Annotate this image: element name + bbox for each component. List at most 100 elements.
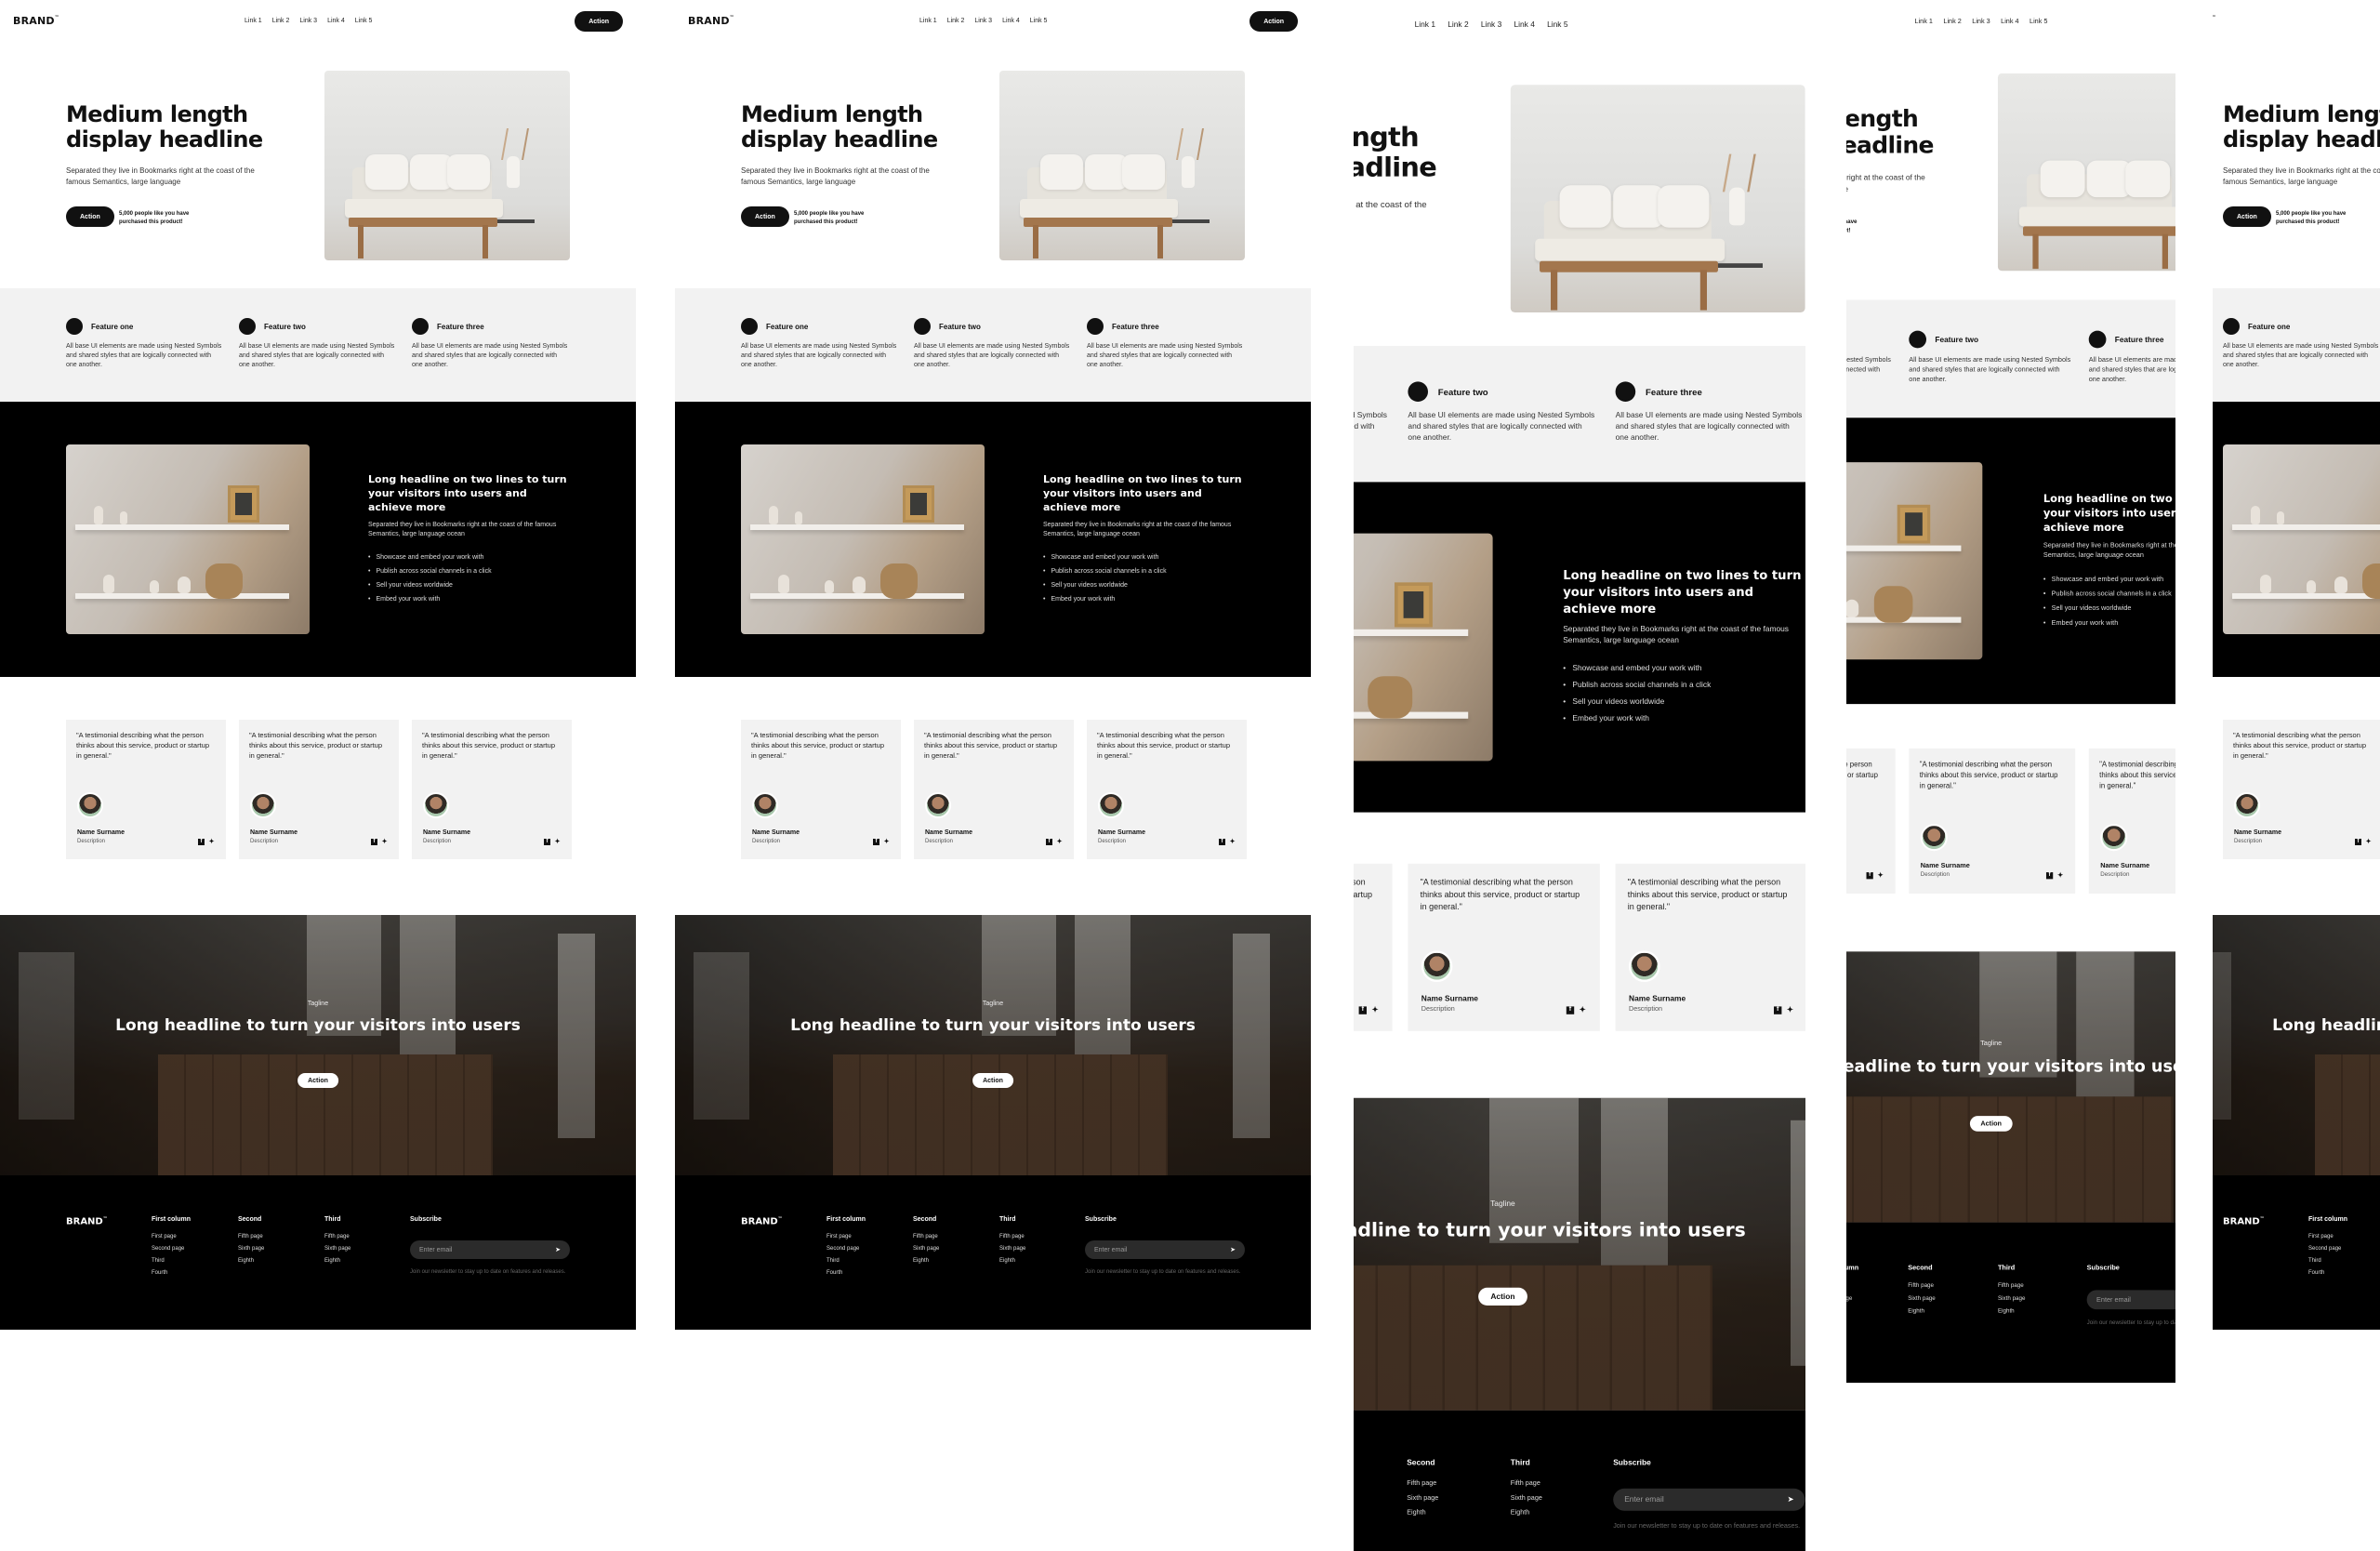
hero-action-button[interactable]: Action [741, 206, 789, 227]
nav-link-3[interactable]: Link 3 [1972, 18, 1990, 24]
footer-link[interactable]: Third [826, 1255, 866, 1267]
footer-link[interactable]: Eighth [1998, 1306, 2025, 1319]
nav-link-2[interactable]: Link 2 [947, 18, 965, 24]
twitter-icon[interactable]: ✦ [2365, 839, 2372, 845]
footer-link[interactable]: Sixth page [1998, 1292, 2025, 1306]
email-input[interactable]: Enter email➤ [410, 1240, 570, 1259]
footer-link[interactable]: Eighth [1407, 1506, 1438, 1521]
twitter-icon[interactable]: ✦ [1371, 1006, 1379, 1014]
nav-link-4[interactable]: Link 4 [1514, 20, 1534, 28]
twitter-icon[interactable]: ✦ [381, 839, 388, 845]
footer-link[interactable]: Second page [2308, 1243, 2347, 1255]
twitter-icon[interactable]: ✦ [1229, 839, 1236, 845]
twitter-icon[interactable]: ✦ [1877, 872, 1884, 879]
nav-link-3[interactable]: Link 3 [299, 18, 317, 24]
nav-link-1[interactable]: Link 1 [1915, 18, 1933, 24]
facebook-icon[interactable]: f [544, 839, 550, 845]
nav-link-3[interactable]: Link 3 [974, 18, 992, 24]
footer-link[interactable]: Fourth [152, 1267, 191, 1279]
footer-brand-logo[interactable]: BRAND™ [2223, 1216, 2265, 1226]
footer-link[interactable]: Sixth page [1908, 1292, 1935, 1306]
facebook-icon[interactable]: f [873, 839, 879, 845]
footer-link[interactable]: Eighth [238, 1255, 264, 1267]
nav-link-5[interactable]: Link 5 [1547, 20, 1567, 28]
twitter-icon[interactable]: ✦ [883, 839, 890, 845]
nav-link-2[interactable]: Link 2 [1448, 20, 1468, 28]
brand-logo[interactable]: BRAND™ [13, 15, 60, 27]
facebook-icon[interactable]: f [1219, 839, 1225, 845]
footer-link[interactable]: Sixth page [913, 1243, 939, 1255]
footer-link[interactable]: Third [152, 1255, 191, 1267]
nav-action-button[interactable]: Action [575, 11, 623, 32]
twitter-icon[interactable]: ✦ [208, 839, 215, 845]
footer-link[interactable]: Eighth [1908, 1306, 1935, 1319]
facebook-icon[interactable]: f [1774, 1006, 1782, 1014]
twitter-icon[interactable]: ✦ [554, 839, 561, 845]
footer-link[interactable]: First page [152, 1231, 191, 1243]
footer-link[interactable]: Fifth page [238, 1231, 264, 1243]
send-icon[interactable]: ➤ [1788, 1495, 1794, 1504]
nav-link-1[interactable]: Link 1 [919, 18, 937, 24]
brand-logo[interactable]: BRAND™ [2213, 15, 2216, 27]
footer-link[interactable]: Eighth [999, 1255, 1025, 1267]
footer-link[interactable]: Third [1846, 1306, 1858, 1319]
email-input[interactable]: Enter email➤ [1085, 1240, 1245, 1259]
footer-link[interactable]: Sixth page [324, 1243, 350, 1255]
nav-link-4[interactable]: Link 4 [1002, 18, 1020, 24]
cta-action-button[interactable]: Action [1969, 1116, 2013, 1132]
footer-link[interactable]: Sixth page [1511, 1491, 1542, 1506]
footer-link[interactable]: Second page [152, 1243, 191, 1255]
footer-link[interactable]: Fourth [1846, 1319, 1858, 1332]
nav-link-5[interactable]: Link 5 [2030, 18, 2047, 24]
facebook-icon[interactable]: f [1046, 839, 1052, 845]
footer-link[interactable]: Fifth page [913, 1231, 939, 1243]
footer-link[interactable]: Eighth [913, 1255, 939, 1267]
twitter-icon[interactable]: ✦ [1056, 839, 1063, 845]
email-input[interactable]: Enter email➤ [2086, 1290, 2175, 1310]
footer-link[interactable]: Third [2308, 1255, 2347, 1267]
facebook-icon[interactable]: f [2355, 839, 2361, 845]
send-icon[interactable]: ➤ [1230, 1246, 1236, 1253]
footer-link[interactable]: First page [826, 1231, 866, 1243]
twitter-icon[interactable]: ✦ [2056, 872, 2063, 879]
footer-link[interactable]: Fifth page [324, 1231, 350, 1243]
email-input[interactable]: Enter email➤ [1613, 1488, 1805, 1511]
footer-link[interactable]: Fifth page [1908, 1280, 1935, 1293]
footer-link[interactable]: Eighth [1511, 1506, 1542, 1521]
facebook-icon[interactable]: f [371, 839, 377, 845]
nav-link-1[interactable]: Link 1 [1415, 20, 1435, 28]
footer-link[interactable]: First page [2308, 1231, 2347, 1243]
footer-link[interactable]: Sixth page [1407, 1491, 1438, 1506]
cta-action-button[interactable]: Action [972, 1073, 1013, 1088]
twitter-icon[interactable]: ✦ [1786, 1006, 1793, 1014]
nav-link-1[interactable]: Link 1 [245, 18, 262, 24]
footer-link[interactable]: Second page [826, 1243, 866, 1255]
facebook-icon[interactable]: f [2045, 872, 2054, 880]
footer-link[interactable]: First page [1846, 1280, 1858, 1293]
facebook-icon[interactable]: f [1566, 1006, 1575, 1014]
nav-link-4[interactable]: Link 4 [327, 18, 345, 24]
footer-link[interactable]: Second page [1846, 1292, 1858, 1306]
send-icon[interactable]: ➤ [555, 1246, 561, 1253]
nav-link-2[interactable]: Link 2 [1943, 18, 1961, 24]
footer-link[interactable]: Fourth [2308, 1267, 2347, 1279]
cta-action-button[interactable]: Action [1478, 1287, 1527, 1306]
nav-link-5[interactable]: Link 5 [355, 18, 373, 24]
footer-link[interactable]: Fourth [826, 1267, 866, 1279]
nav-link-3[interactable]: Link 3 [1481, 20, 1501, 28]
footer-brand-logo[interactable]: BRAND™ [741, 1216, 783, 1226]
nav-link-4[interactable]: Link 4 [2001, 18, 2018, 24]
footer-link[interactable]: Fifth page [1511, 1478, 1542, 1492]
footer-brand-logo[interactable]: BRAND™ [66, 1216, 108, 1226]
facebook-icon[interactable]: f [1866, 872, 1873, 880]
nav-link-2[interactable]: Link 2 [272, 18, 290, 24]
footer-link[interactable]: Fifth page [1407, 1478, 1438, 1492]
footer-link[interactable]: Sixth page [999, 1243, 1025, 1255]
footer-link[interactable]: Fifth page [999, 1231, 1025, 1243]
facebook-icon[interactable]: f [198, 839, 205, 845]
cta-action-button[interactable]: Action [298, 1073, 338, 1088]
footer-link[interactable]: Sixth page [238, 1243, 264, 1255]
nav-action-button[interactable]: Action [1250, 11, 1298, 32]
hero-action-button[interactable]: Action [66, 206, 114, 227]
footer-link[interactable]: Eighth [324, 1255, 350, 1267]
